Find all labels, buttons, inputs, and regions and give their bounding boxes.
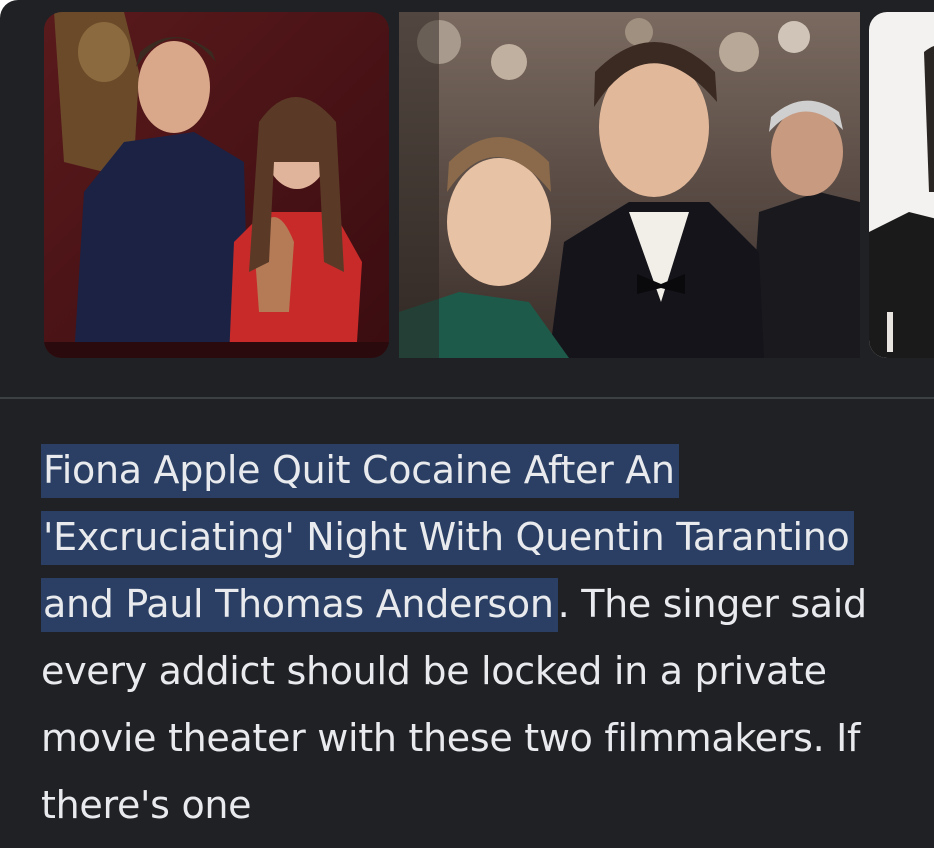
result-card: Fiona Apple Quit Cocaine After An 'Excru… xyxy=(0,0,934,848)
headline-period: . xyxy=(557,582,570,626)
image-thumbnail-3[interactable] xyxy=(869,12,934,358)
divider xyxy=(0,397,934,399)
image-thumbnail-1[interactable] xyxy=(44,12,389,358)
image-carousel[interactable] xyxy=(0,0,934,398)
image-thumbnail-2[interactable] xyxy=(399,12,860,358)
article-text: Fiona Apple Quit Cocaine After An 'Excru… xyxy=(41,437,921,839)
